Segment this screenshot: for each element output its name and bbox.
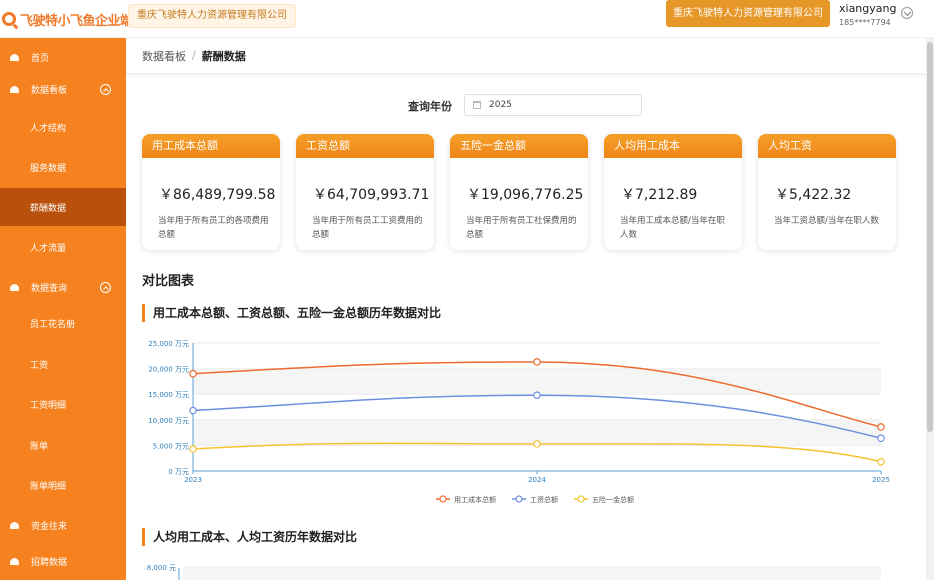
sidebar-item[interactable]: 人才结构 xyxy=(0,108,126,146)
dashboard-icon xyxy=(10,85,19,93)
chevron-up-icon[interactable] xyxy=(100,281,111,293)
logo[interactable]: 飞驶特小飞鱼企业端 xyxy=(0,6,133,32)
user-menu-chevron-icon[interactable] xyxy=(901,7,913,19)
sidebar-item[interactable]: 工资 xyxy=(0,345,126,383)
y-tick-label: 10,000 万元 xyxy=(148,417,189,425)
sidebar-item-label: 人才结构 xyxy=(30,123,67,134)
sidebar-item-label: 账单 xyxy=(30,441,49,452)
sidebar-item[interactable]: 数据查询 xyxy=(0,268,126,306)
y-tick-label: 25,000 万元 xyxy=(148,340,189,348)
x-tick-label: 2023 xyxy=(184,476,202,484)
grid-band xyxy=(193,368,881,395)
y-tick-label: 0 万元 xyxy=(168,468,189,476)
sidebar: 首页数据看板人才结构服务数据薪酬数据人才流量数据查询员工花名册工资工资明细账单账… xyxy=(0,38,126,580)
sidebar-item[interactable]: 员工花名册 xyxy=(0,304,126,342)
data-point xyxy=(189,406,197,415)
legend-marker xyxy=(439,495,447,503)
sidebar-item[interactable]: 工资明细 xyxy=(0,385,126,423)
data-point xyxy=(877,423,885,431)
sidebar-item-label: 账单明细 xyxy=(30,481,67,492)
sidebar-item-label: 资金往来 xyxy=(31,521,68,532)
user-phone: 185****7794 xyxy=(839,18,891,27)
legend-label: 工资总额 xyxy=(530,495,558,504)
user-name[interactable]: xiangyang xyxy=(839,2,896,15)
sidebar-item-label: 数据看板 xyxy=(31,85,68,96)
query-icon xyxy=(10,283,19,291)
x-tick-label: 2025 xyxy=(872,476,890,484)
logo-icon xyxy=(2,12,16,26)
sidebar-item[interactable]: 账单明细 xyxy=(0,466,126,504)
sidebar-item[interactable]: 资金往来 xyxy=(0,506,126,544)
y-tick-label: 20,000 万元 xyxy=(148,366,189,374)
comparison-charts: 0 万元 5,000 万元 10,000 万元 15,000 万元 20,000 万元 2… xyxy=(147,340,890,580)
sidebar-item-label: 服务数据 xyxy=(30,163,67,174)
y-tick-label: 15,000 万元 xyxy=(148,391,189,399)
sidebar-item-label: 首页 xyxy=(31,53,50,64)
sidebar-item[interactable]: 服务数据 xyxy=(0,148,126,186)
data-point xyxy=(533,358,541,366)
sidebar-item[interactable]: 招聘数据 xyxy=(0,542,126,580)
legend-marker xyxy=(515,495,523,503)
sidebar-item-label: 员工花名册 xyxy=(30,319,76,330)
sidebar-item-label: 工资明细 xyxy=(30,400,67,411)
legend-marker xyxy=(577,495,585,503)
company-tag: 重庆飞驶特人力资源管理有限公司 xyxy=(128,4,296,28)
sidebar-item-label: 人才流量 xyxy=(30,243,67,254)
sidebar-item-label: 数据查询 xyxy=(31,283,68,294)
y-tick-label: 8,000 元 xyxy=(147,564,176,572)
data-point xyxy=(877,434,885,443)
logo-text: 飞驶特小飞鱼企业端 xyxy=(20,13,133,29)
data-point xyxy=(877,457,885,466)
data-point xyxy=(189,445,197,453)
sidebar-item-label: 招聘数据 xyxy=(31,557,68,568)
y-tick-label: 5,000 万元 xyxy=(153,442,189,450)
sidebar-item[interactable]: 数据看板 xyxy=(0,70,126,108)
sidebar-item-label: 工资 xyxy=(30,360,49,371)
chevron-up-icon[interactable] xyxy=(100,83,111,95)
sidebar-item[interactable]: 账单 xyxy=(0,426,126,464)
scrollbar[interactable] xyxy=(926,38,934,580)
x-tick-label: 2024 xyxy=(528,476,546,484)
grid-band xyxy=(183,566,881,580)
top-bar: 飞驶特小飞鱼企业端 重庆飞驶特人力资源管理有限公司 重庆飞驶特人力资源管理有限公… xyxy=(0,0,934,38)
data-point xyxy=(533,440,541,448)
funds-icon xyxy=(10,521,19,529)
home-icon xyxy=(10,53,19,61)
legend-label: 用工成本总额 xyxy=(454,495,496,504)
scrollbar-thumb[interactable] xyxy=(927,42,933,432)
data-point xyxy=(533,391,541,400)
company-switch-button[interactable]: 重庆飞驶特人力资源管理有限公司 xyxy=(666,0,830,27)
data-point xyxy=(189,369,197,378)
legend-label: 五险一金总额 xyxy=(592,495,634,504)
sidebar-item[interactable]: 人才流量 xyxy=(0,228,126,266)
recruit-icon xyxy=(10,557,19,565)
main-content: 数据看板 / 薪酬数据 查询年份 2025 用工成本总额 ￥86,489,799… xyxy=(126,38,934,580)
sidebar-item[interactable]: 薪酬数据 xyxy=(0,188,126,226)
sidebar-item-label: 薪酬数据 xyxy=(30,203,67,214)
